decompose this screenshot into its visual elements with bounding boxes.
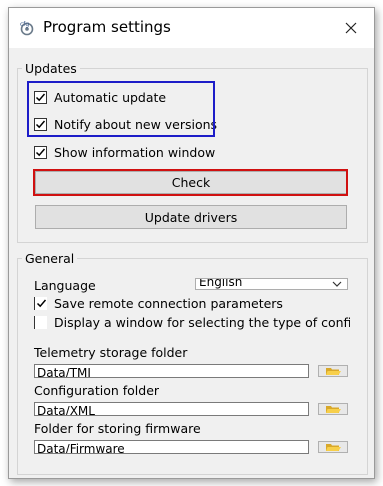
- svg-text:cfg: cfg: [20, 21, 29, 28]
- firmware-browse-button[interactable]: [318, 441, 348, 453]
- language-select[interactable]: English: [195, 278, 348, 290]
- checkbox-box[interactable]: [34, 297, 47, 310]
- language-select-value: English: [199, 278, 243, 289]
- telemetry-browse-button[interactable]: [318, 365, 348, 377]
- firmware-folder-label: Folder for storing firmware: [34, 421, 201, 436]
- save-remote-checkbox[interactable]: Save remote connection parameters: [34, 296, 283, 311]
- window-title: Program settings: [43, 18, 171, 36]
- checkbox-box[interactable]: [34, 316, 47, 329]
- chevron-down-icon: [332, 281, 342, 287]
- close-icon: [345, 22, 357, 34]
- checkbox-box[interactable]: [34, 146, 47, 159]
- title-bar: cfg Program settings: [9, 8, 374, 48]
- folder-open-icon: [318, 441, 348, 453]
- language-label: Language: [34, 278, 96, 293]
- settings-window: cfg Program settings Updates Automatic u…: [8, 7, 375, 479]
- updates-legend: Updates: [25, 61, 77, 76]
- telemetry-folder-label: Telemetry storage folder: [34, 345, 188, 360]
- save-remote-label: Save remote connection parameters: [54, 296, 283, 311]
- close-button[interactable]: [328, 8, 374, 48]
- cfg-app-icon: cfg: [19, 20, 35, 36]
- config-folder-value: Data/XML: [37, 404, 95, 416]
- display-window-checkbox[interactable]: Display a window for selecting the type …: [34, 315, 350, 330]
- config-folder-label: Configuration folder: [34, 383, 160, 398]
- firmware-folder-value: Data/Firmware: [37, 442, 125, 454]
- update-drivers-button[interactable]: Update drivers: [35, 205, 347, 229]
- display-window-label: Display a window for selecting the type …: [54, 315, 350, 330]
- checkmark-icon: [36, 299, 46, 308]
- highlight-box-red: [33, 169, 348, 196]
- telemetry-folder-value: Data/TMI: [37, 366, 91, 378]
- highlight-box-blue: [27, 81, 215, 137]
- firmware-folder-input[interactable]: Data/Firmware: [34, 440, 309, 454]
- checkmark-icon: [35, 148, 46, 157]
- config-browse-button[interactable]: [318, 403, 348, 415]
- general-legend: General: [25, 251, 75, 266]
- show-info-window-checkbox[interactable]: Show information window: [34, 145, 215, 160]
- telemetry-folder-input[interactable]: Data/TMI: [34, 364, 309, 378]
- show-info-window-label: Show information window: [54, 145, 216, 160]
- folder-open-icon: [318, 365, 348, 377]
- folder-open-icon: [318, 403, 348, 415]
- update-drivers-button-label: Update drivers: [144, 209, 238, 225]
- config-folder-input[interactable]: Data/XML: [34, 402, 309, 416]
